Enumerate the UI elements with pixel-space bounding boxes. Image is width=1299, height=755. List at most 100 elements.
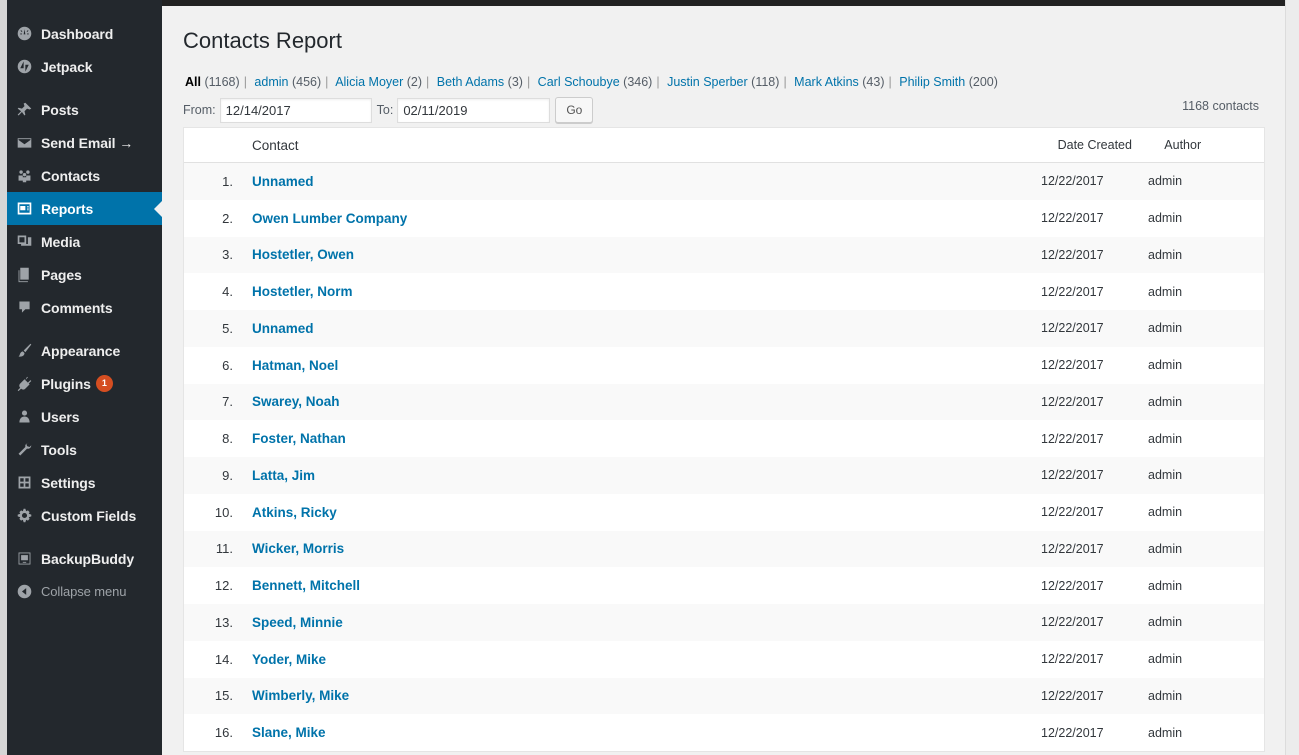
scrollbar-track[interactable] bbox=[1285, 0, 1299, 755]
sidebar-item-label: BackupBuddy bbox=[41, 550, 135, 567]
jetpack-icon bbox=[7, 58, 41, 75]
sidebar-item-send-email[interactable]: Send Email → bbox=[7, 126, 162, 159]
author-cell: admin bbox=[1148, 284, 1183, 299]
author-cell: admin bbox=[1148, 578, 1183, 593]
sidebar-item-reports[interactable]: Reports bbox=[7, 192, 162, 225]
row-number: 2. bbox=[222, 210, 233, 226]
table-row: 7. Swarey, Noah 12/22/2017 admin bbox=[184, 383, 1264, 421]
from-date-input[interactable] bbox=[219, 97, 372, 123]
to-date-input[interactable] bbox=[397, 97, 551, 123]
author-cell: admin bbox=[1148, 725, 1183, 740]
table-row: 14. Yoder, Mike 12/22/2017 admin bbox=[184, 641, 1264, 678]
filter-mark-atkins[interactable]: Mark Atkins (43) bbox=[794, 75, 884, 89]
author-cell: admin bbox=[1148, 652, 1183, 667]
go-button[interactable]: Go bbox=[555, 97, 594, 123]
contact-link[interactable]: Speed, Minnie bbox=[252, 615, 343, 630]
table-row: 15. Wimberly, Mike 12/22/2017 admin bbox=[184, 677, 1264, 715]
contact-link[interactable]: Yoder, Mike bbox=[252, 652, 326, 667]
contact-link[interactable]: Unnamed bbox=[252, 321, 314, 336]
contact-cell: Hostetler, Norm bbox=[233, 284, 1041, 299]
sidebar-item-label: Send Email → bbox=[41, 134, 134, 151]
contact-cell: Hostetler, Owen bbox=[233, 247, 1041, 262]
filter-justin-sperber[interactable]: Justin Sperber (118) bbox=[667, 75, 779, 89]
row-number: 7. bbox=[222, 394, 233, 410]
column-header-date-created[interactable]: Date Created bbox=[1058, 138, 1165, 152]
update-count-badge: 1 bbox=[95, 375, 113, 392]
collapse-menu-button[interactable]: Collapse menu bbox=[7, 575, 162, 608]
row-number: 16. bbox=[214, 725, 233, 741]
contact-cell: Unnamed bbox=[233, 174, 1041, 189]
contact-link[interactable]: Hostetler, Owen bbox=[252, 247, 354, 262]
author-cell: admin bbox=[1148, 431, 1183, 446]
author-cell: admin bbox=[1148, 247, 1183, 262]
filter-carl-schoubye[interactable]: Carl Schoubye (346) bbox=[538, 75, 653, 89]
contact-cell: Wicker, Morris bbox=[233, 541, 1041, 556]
sidebar-item-jetpack[interactable]: Jetpack bbox=[7, 50, 162, 83]
contact-cell: Bennett, Mitchell bbox=[233, 578, 1041, 593]
table-row: 4. Hostetler, Norm 12/22/2017 admin bbox=[184, 273, 1264, 310]
contacts-table: Contact Date Created Author 1. Unnamed 12/… bbox=[183, 127, 1265, 752]
user-icon bbox=[7, 408, 41, 425]
author-cell: admin bbox=[1148, 358, 1183, 373]
date-created-cell: 12/22/2017 bbox=[1041, 211, 1104, 226]
filter-all[interactable]: All (1168) bbox=[185, 75, 240, 89]
sidebar-item-label: Custom Fields bbox=[41, 507, 137, 524]
date-created-cell: 12/22/2017 bbox=[1041, 431, 1104, 446]
row-number: 10. bbox=[214, 504, 233, 520]
sidebar-item-dashboard[interactable]: Dashboard bbox=[7, 17, 162, 50]
row-number: 1. bbox=[222, 173, 233, 189]
sidebar-item-label: Users bbox=[41, 408, 80, 425]
sidebar-item-label: Contacts bbox=[41, 167, 101, 184]
table-row: 10. Atkins, Ricky 12/22/2017 admin bbox=[184, 494, 1264, 531]
sidebar-item-pages[interactable]: Pages bbox=[7, 258, 162, 291]
sidebar-item-appearance[interactable]: Appearance bbox=[7, 334, 162, 367]
contact-link[interactable]: Wicker, Morris bbox=[252, 541, 344, 556]
sidebar-item-contacts[interactable]: Contacts bbox=[7, 159, 162, 192]
filter-alicia-moyer[interactable]: Alicia Moyer (2) bbox=[335, 75, 422, 89]
contacts-count: 1168 contacts bbox=[1182, 99, 1259, 113]
sidebar-item-posts[interactable]: Posts bbox=[7, 93, 162, 126]
contact-cell: Unnamed bbox=[233, 321, 1041, 336]
date-created-cell: 12/22/2017 bbox=[1041, 541, 1104, 556]
sidebar-item-settings[interactable]: Settings bbox=[7, 466, 162, 499]
author-cell: admin bbox=[1148, 321, 1183, 336]
contact-link[interactable]: Latta, Jim bbox=[252, 468, 315, 483]
column-header-contact[interactable]: Contact bbox=[184, 138, 1058, 153]
contact-link[interactable]: Owen Lumber Company bbox=[252, 211, 407, 226]
date-created-cell: 12/22/2017 bbox=[1041, 615, 1104, 630]
sidebar-item-comments[interactable]: Comments bbox=[7, 291, 162, 324]
contact-link[interactable]: Hostetler, Norm bbox=[252, 284, 353, 299]
filter-admin[interactable]: admin (456) bbox=[254, 75, 321, 89]
filter-beth-adams[interactable]: Beth Adams (3) bbox=[437, 75, 523, 89]
row-number: 5. bbox=[222, 320, 233, 336]
contact-link[interactable]: Wimberly, Mike bbox=[252, 688, 349, 703]
contact-link[interactable]: Swarey, Noah bbox=[252, 394, 340, 409]
contact-link[interactable]: Slane, Mike bbox=[252, 725, 326, 740]
contact-link[interactable]: Unnamed bbox=[252, 174, 314, 189]
contact-link[interactable]: Bennett, Mitchell bbox=[252, 578, 360, 593]
sidebar-item-users[interactable]: Users bbox=[7, 400, 162, 433]
sidebar-item-custom-fields[interactable]: Custom Fields bbox=[7, 499, 162, 532]
comment-icon bbox=[7, 299, 41, 316]
admin-sidebar: Dashboard Jetpack Posts Send Email → Con… bbox=[7, 0, 162, 755]
sidebar-item-media[interactable]: Media bbox=[7, 225, 162, 258]
sidebar-item-label: Appearance bbox=[41, 342, 121, 359]
sidebar-item-plugins[interactable]: Plugins 1 bbox=[7, 367, 162, 400]
sidebar-item-label: Tools bbox=[41, 441, 77, 458]
contact-link[interactable]: Atkins, Ricky bbox=[252, 505, 337, 520]
contact-link[interactable]: Hatman, Noel bbox=[252, 358, 338, 373]
collapse-icon bbox=[7, 583, 41, 600]
dashboard-icon bbox=[7, 25, 41, 42]
sidebar-item-backupbuddy[interactable]: BackupBuddy bbox=[7, 542, 162, 575]
table-body: 1. Unnamed 12/22/2017 admin 2. Owen Lumber Co… bbox=[184, 163, 1264, 751]
contact-link[interactable]: Foster, Nathan bbox=[252, 431, 346, 446]
contact-cell: Slane, Mike bbox=[233, 725, 1041, 740]
sidebar-item-tools[interactable]: Tools bbox=[7, 433, 162, 466]
table-row: 9. Latta, Jim 12/22/2017 admin bbox=[184, 457, 1264, 494]
window-frame-left bbox=[0, 0, 7, 755]
date-created-cell: 12/22/2017 bbox=[1041, 247, 1104, 262]
column-header-author[interactable]: Author bbox=[1164, 138, 1264, 152]
to-label: To: bbox=[376, 103, 394, 117]
contact-cell: Wimberly, Mike bbox=[233, 688, 1041, 703]
filter-philip-smith[interactable]: Philip Smith (200) bbox=[899, 75, 998, 89]
